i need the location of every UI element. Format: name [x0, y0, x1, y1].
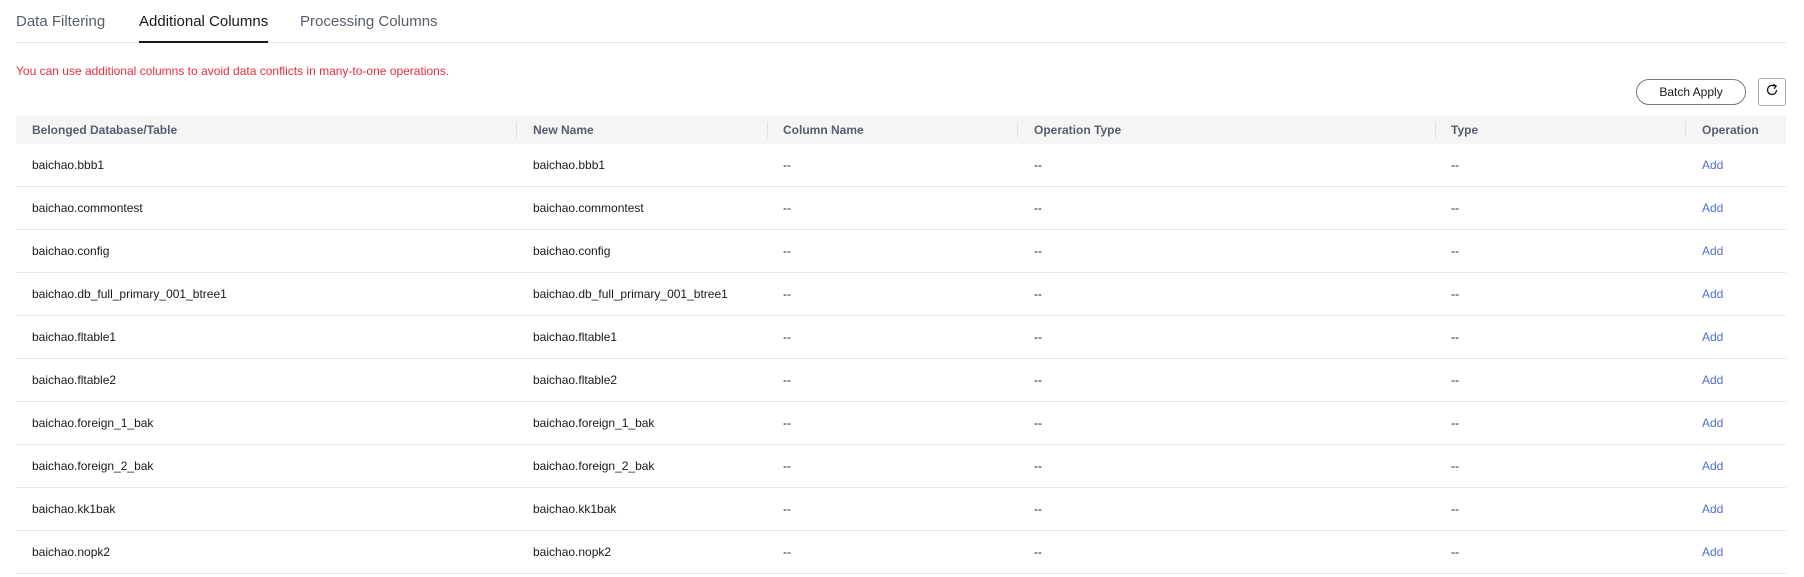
new-name-cell: baichao.foreign_2_bak	[533, 459, 655, 473]
type-cell: --	[1451, 330, 1459, 344]
new-name-cell: baichao.db_full_primary_001_btree1	[533, 287, 728, 301]
column-divider	[1435, 122, 1436, 138]
additional-columns-table: Belonged Database/Table New Name Column …	[16, 116, 1786, 574]
column-header-operation: Operation	[1702, 123, 1759, 137]
refresh-icon	[1765, 83, 1779, 102]
operation-type-cell: --	[1034, 330, 1042, 344]
table-row: baichao.db_full_primary_001_btree1 baicha…	[16, 273, 1786, 316]
belonged-table-cell: baichao.commontest	[32, 201, 143, 215]
add-link[interactable]: Add	[1702, 273, 1723, 315]
type-cell: --	[1451, 158, 1459, 172]
belonged-table-cell: baichao.foreign_1_bak	[32, 416, 154, 430]
column-name-cell: --	[783, 459, 791, 473]
table-row: baichao.fltable2 baichao.fltable2 -- -- -- Ad…	[16, 359, 1786, 402]
table-body: baichao.bbb1 baichao.bbb1 -- -- -- Add baichao…	[16, 144, 1786, 574]
table-header: Belonged Database/Table New Name Column …	[16, 116, 1786, 144]
column-name-cell: --	[783, 287, 791, 301]
column-divider	[1017, 122, 1018, 138]
column-name-cell: --	[783, 330, 791, 344]
tab-additional-columns[interactable]: Additional Columns	[139, 12, 269, 43]
table-row: baichao.commontest baichao.commontest -- --…	[16, 187, 1786, 230]
add-link[interactable]: Add	[1702, 359, 1723, 401]
column-name-cell: --	[783, 158, 791, 172]
new-name-cell: baichao.commontest	[533, 201, 644, 215]
add-link[interactable]: Add	[1702, 187, 1723, 229]
table-row: baichao.bbb1 baichao.bbb1 -- -- -- Add	[16, 144, 1786, 187]
column-header-belonged-table: Belonged Database/Table	[32, 123, 178, 137]
add-link[interactable]: Add	[1702, 402, 1723, 444]
type-cell: --	[1451, 287, 1459, 301]
belonged-table-cell: baichao.config	[32, 244, 110, 258]
belonged-table-cell: baichao.fltable2	[32, 373, 117, 387]
column-header-operation-type: Operation Type	[1034, 123, 1122, 137]
batch-apply-button[interactable]: Batch Apply	[1636, 79, 1746, 105]
table-row: baichao.nopk2 baichao.nopk2 -- -- -- Add	[16, 531, 1786, 574]
operation-type-cell: --	[1034, 416, 1042, 430]
new-name-cell: baichao.fltable2	[533, 373, 618, 387]
additional-columns-page: Data Filtering Additional Columns Proces…	[0, 0, 1804, 577]
type-cell: --	[1451, 201, 1459, 215]
belonged-table-cell: baichao.foreign_2_bak	[32, 459, 154, 473]
operation-type-cell: --	[1034, 158, 1042, 172]
new-name-cell: baichao.kk1bak	[533, 502, 617, 516]
column-name-cell: --	[783, 416, 791, 430]
new-name-cell: baichao.fltable1	[533, 330, 618, 344]
column-name-cell: --	[783, 244, 791, 258]
new-name-cell: baichao.nopk2	[533, 545, 612, 559]
column-name-cell: --	[783, 201, 791, 215]
column-divider	[1685, 122, 1686, 138]
table-row: baichao.foreign_1_bak baichao.foreign_1_b…	[16, 402, 1786, 445]
refresh-button[interactable]	[1758, 78, 1786, 106]
column-header-type: Type	[1451, 123, 1479, 137]
belonged-table-cell: baichao.bbb1	[32, 158, 105, 172]
operation-type-cell: --	[1034, 244, 1042, 258]
new-name-cell: baichao.foreign_1_bak	[533, 416, 655, 430]
column-header-new-name: New Name	[533, 123, 594, 137]
column-name-cell: --	[783, 502, 791, 516]
add-link[interactable]: Add	[1702, 445, 1723, 487]
add-link[interactable]: Add	[1702, 488, 1723, 530]
column-name-cell: --	[783, 545, 791, 559]
belonged-table-cell: baichao.db_full_primary_001_btree1	[32, 287, 227, 301]
type-cell: --	[1451, 502, 1459, 516]
operation-type-cell: --	[1034, 201, 1042, 215]
type-cell: --	[1451, 373, 1459, 387]
new-name-cell: baichao.config	[533, 244, 611, 258]
type-cell: --	[1451, 545, 1459, 559]
table-row: baichao.config baichao.config -- -- -- Add	[16, 230, 1786, 273]
operation-type-cell: --	[1034, 502, 1042, 516]
type-cell: --	[1451, 416, 1459, 430]
type-cell: --	[1451, 244, 1459, 258]
new-name-cell: baichao.bbb1	[533, 158, 606, 172]
belonged-table-cell: baichao.nopk2	[32, 545, 111, 559]
table-row: baichao.foreign_2_bak baichao.foreign_2_b…	[16, 445, 1786, 488]
operation-type-cell: --	[1034, 373, 1042, 387]
belonged-table-cell: baichao.kk1bak	[32, 502, 116, 516]
column-header-column-name: Column Name	[783, 123, 864, 137]
column-name-cell: --	[783, 373, 791, 387]
operation-type-cell: --	[1034, 545, 1042, 559]
tab-data-filtering[interactable]: Data Filtering	[16, 12, 105, 32]
belonged-table-cell: baichao.fltable1	[32, 330, 117, 344]
column-divider	[516, 122, 517, 138]
notice-text: You can use additional columns to avoid …	[16, 64, 450, 78]
add-link[interactable]: Add	[1702, 316, 1723, 358]
add-link[interactable]: Add	[1702, 531, 1723, 573]
add-link[interactable]: Add	[1702, 144, 1723, 186]
operation-type-cell: --	[1034, 287, 1042, 301]
operation-type-cell: --	[1034, 459, 1042, 473]
table-row: baichao.kk1bak baichao.kk1bak -- -- -- Add	[16, 488, 1786, 531]
table-row: baichao.fltable1 baichao.fltable1 -- -- -- Ad…	[16, 316, 1786, 359]
add-link[interactable]: Add	[1702, 230, 1723, 272]
type-cell: --	[1451, 459, 1459, 473]
tab-bar: Data Filtering Additional Columns Proces…	[16, 0, 1786, 43]
tab-processing-columns[interactable]: Processing Columns	[300, 12, 438, 32]
column-divider	[767, 122, 768, 138]
